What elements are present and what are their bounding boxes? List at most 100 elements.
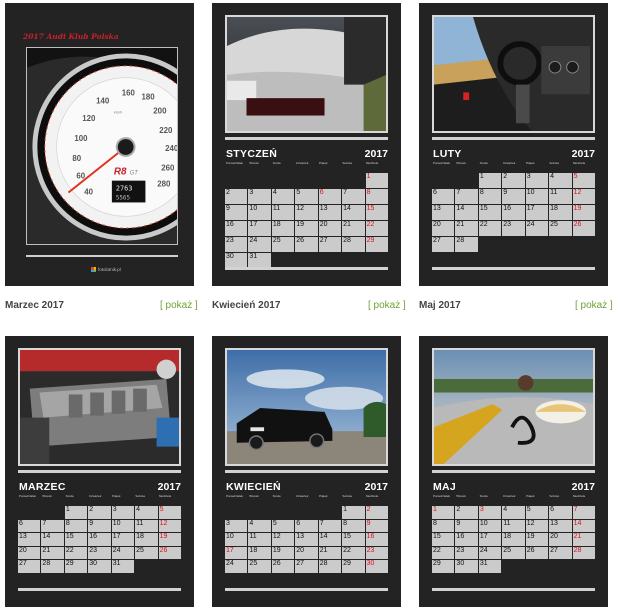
day-number: 11 [249,533,257,541]
day-cell: 23 [365,546,388,560]
day-number: 11 [136,519,144,527]
day-number: 13 [550,519,558,527]
day-cell: 7 [342,189,365,204]
month-name: KWIECIEŃ [226,481,281,493]
day-number: 3 [526,173,531,180]
day-number: 13 [19,533,27,541]
day-number: 27 [433,237,441,244]
weekday-label: Wtorek [249,495,259,498]
day-number: 3 [112,506,117,513]
day-cell: 7 [572,506,595,519]
weekday-label: Niedziela [572,162,586,165]
day-cell: 22 [478,221,502,236]
day-number: 6 [19,519,23,527]
day-cell: 25 [549,221,572,236]
empty-cell [295,173,318,188]
day-cell: 18 [135,533,158,546]
day-number: 16 [366,533,375,541]
calendar-card-april[interactable]: KWIECIEŃ 2017 Poniedziałek Wtorek Środa Czw… [212,336,401,607]
day-cell: 2 [502,173,525,188]
day-cell: 21 [455,221,478,236]
day-cell: 8 [478,189,502,204]
day-number: 9 [456,519,461,527]
day-number: 3 [249,189,254,196]
calendar-card-january[interactable]: STYCZEŃ 2017 Poniedziałek Wtorek Środa Czwa… [212,3,401,286]
weekday-label: Środa [272,495,281,498]
svg-text:120: 120 [82,114,96,123]
day-number: 10 [226,533,234,541]
day-cell: 2 [365,506,388,519]
calendar-card-march[interactable]: MARZEC 2017 Poniedziałek Wtorek Środa Czwar… [5,336,194,607]
show-link[interactable]: [ pokaż ] [160,300,198,311]
day-grid: 1 2 3 4 5 6 7 8 9 10 11 12 13 14 15 16 17 18 19 20 21 22 23 24 2… [225,173,388,268]
day-number: 9 [503,189,508,196]
day-number: 8 [65,519,70,527]
day-number: 16 [226,221,234,228]
day-number: 23 [456,546,465,554]
day-number: 2 [226,189,230,196]
day-number: 7 [42,519,47,527]
day-cell: 16 [88,533,111,546]
month-photo [432,15,595,133]
day-cell: 1 [64,506,88,519]
day-number: 23 [89,546,98,554]
day-number: 22 [479,221,488,228]
day-number: 14 [42,533,51,541]
day-number: 22 [65,546,74,554]
day-number: 2 [366,506,371,513]
day-cell: 25 [248,560,271,573]
day-number: 2 [89,506,94,513]
day-cell: 19 [158,533,181,546]
day-number: 25 [272,237,281,244]
day-number: 23 [366,546,375,554]
day-cell: 18 [549,205,572,220]
day-cell: 28 [41,560,64,573]
weekday-label: Środa [65,495,74,498]
day-cell: 26 [572,221,595,236]
empty-cell [158,560,181,573]
publisher-logo: fotolotnik.pl [91,267,121,272]
show-link[interactable]: [ pokaż ] [368,300,406,311]
day-number: 17 [526,205,535,212]
day-number: 1 [343,506,348,513]
day-cell: 3 [478,506,502,519]
day-number: 19 [296,221,305,228]
day-number: 9 [89,519,94,527]
day-number: 17 [249,221,258,228]
day-number: 1 [366,173,371,180]
day-cell: 19 [572,205,595,220]
day-cell: 10 [225,533,248,546]
day-number: 4 [272,189,277,196]
day-number: 27 [550,546,558,554]
day-cell: 6 [295,519,318,533]
day-grid: 1 2 3 4 5 6 7 8 9 10 11 12 13 14 15 16 17 18 19 20 21 22 23 24 2… [18,506,181,573]
day-cell: 26 [295,237,318,252]
svg-text:280: 280 [157,180,171,189]
day-cell: 16 [455,533,478,546]
day-number: 20 [319,221,328,228]
day-cell: 27 [318,237,342,252]
day-number: 25 [503,546,512,554]
calendar-card-may[interactable]: MAJ 2017 Poniedziałek Wtorek Środa Czwartek… [419,336,608,607]
day-cell: 12 [271,533,295,546]
day-cell: 2 [455,506,478,519]
day-cell: 29 [64,560,88,573]
day-cell: 26 [271,560,295,573]
day-number: 14 [343,205,351,212]
weekday-label: Niedziela [365,162,379,165]
svg-text:260: 260 [161,164,175,173]
month-name: MARZEC [19,481,66,493]
day-number: 8 [479,189,484,196]
calendar-cover-card[interactable]: 140 160 180 200 220 240 260 280 120 100 80 60 40… [5,3,194,286]
year-label: 2017 [571,481,595,493]
day-cell: 9 [455,519,478,533]
calendar-card-february[interactable]: LUTY 2017 Poniedziałek Wtorek Środa Czwarte… [419,3,608,286]
divider [432,267,595,270]
day-number: 13 [319,205,328,212]
day-cell: 15 [64,533,88,546]
weekday-label: Czwartek [88,495,102,498]
show-link[interactable]: [ pokaż ] [575,300,613,311]
day-number: 10 [112,519,121,527]
day-number: 12 [296,205,305,212]
day-cell: 27 [18,560,41,573]
